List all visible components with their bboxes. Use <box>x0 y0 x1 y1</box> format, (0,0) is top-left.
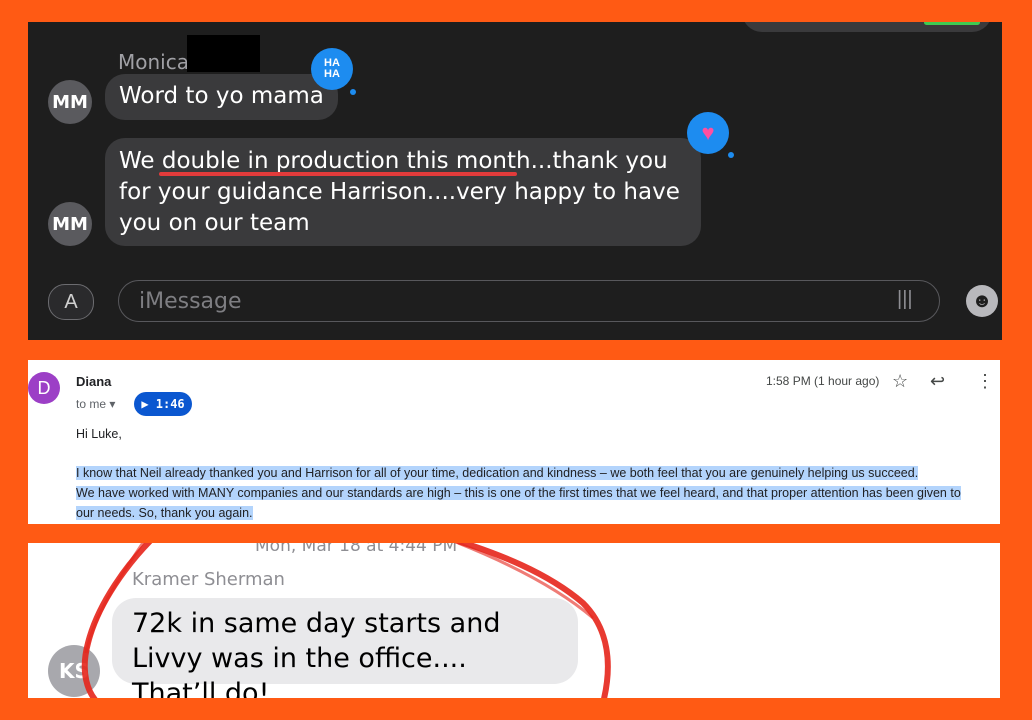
highlighted-line: our needs. So, thank you again. <box>76 506 253 520</box>
message-bubble[interactable]: We double in production this month...tha… <box>105 138 701 246</box>
red-underline-annotation <box>159 172 517 176</box>
email-panel: D Diana to me ▾ ▶ 1:46 1:58 PM (1 hour a… <box>28 360 1000 524</box>
app-store-icon: A <box>64 290 78 313</box>
imessage-input[interactable] <box>118 280 940 322</box>
heart-tapback-icon[interactable]: ♥ <box>687 112 729 154</box>
tapback-tail-dot <box>728 152 734 158</box>
red-scribble-annotation <box>81 543 611 698</box>
message-bubble[interactable]: Word to yo mama <box>105 74 338 120</box>
avatar[interactable]: MM <box>48 80 92 124</box>
email-sender-name[interactable]: Diana <box>76 374 111 389</box>
haha-line-2: HA <box>324 68 340 80</box>
redaction-box <box>187 35 260 72</box>
highlighted-line: I know that Neil already thanked you and… <box>76 466 919 480</box>
tapback-tail-dot <box>350 89 356 95</box>
email-timestamp: 1:58 PM (1 hour ago) <box>766 374 880 388</box>
imessage-dark-panel: Monica MM Word to yo mama HA HA MM We dou… <box>28 22 1002 340</box>
voice-clip-play-button[interactable]: ▶ 1:46 <box>134 392 192 416</box>
email-body: I know that Neil already thanked you and… <box>76 463 988 523</box>
sender-avatar[interactable]: D <box>28 372 60 404</box>
highlighted-line: We have worked with MANY companies and o… <box>76 486 961 500</box>
app-store-button[interactable]: A <box>48 284 94 320</box>
reply-icon[interactable]: ↩ <box>930 371 945 392</box>
waveform-icon[interactable]: ||| <box>897 288 913 311</box>
star-icon[interactable]: ☆ <box>892 371 908 392</box>
sender-name: Monica <box>118 50 189 74</box>
haha-tapback-icon[interactable]: HA HA <box>311 48 353 90</box>
emoji-icon[interactable]: ☻ <box>966 285 998 317</box>
avatar[interactable]: MM <box>48 202 92 246</box>
previous-message-accent <box>924 22 980 25</box>
email-greeting: Hi Luke, <box>76 427 122 441</box>
heart-icon: ♥ <box>701 120 715 145</box>
imessage-light-panel: Mon, Mar 18 at 4:44 PM Kramer Sherman KS… <box>28 543 1000 698</box>
more-options-icon[interactable]: ⋮ <box>976 371 994 392</box>
recipient-dropdown[interactable]: to me ▾ <box>76 397 115 411</box>
